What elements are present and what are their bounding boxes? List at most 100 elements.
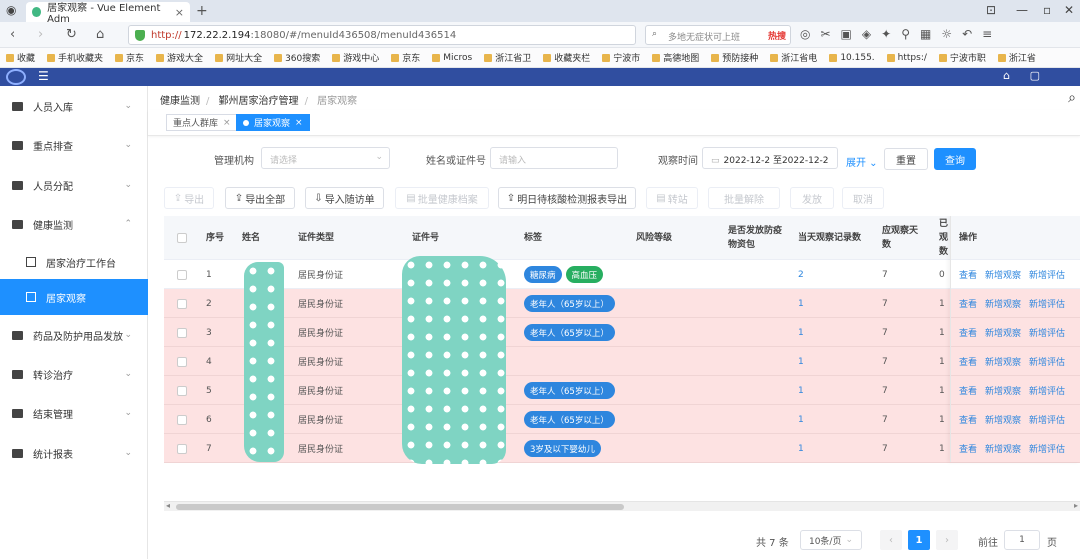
add-assessment-link[interactable]: 新增评估 [1029, 268, 1065, 281]
bookmark-item[interactable]: 网址大全 [215, 51, 262, 64]
select-all-checkbox[interactable] [177, 216, 187, 260]
cell-records-text[interactable]: 1 [798, 415, 804, 425]
user-icon[interactable]: ⚲ [901, 27, 910, 41]
transfer-button[interactable]: ▤ 转站 [646, 187, 698, 209]
table-row[interactable]: 2 居民身份证 老年人（65岁以上） 1 7 1 查看 新增观察 新增评估 [164, 289, 1080, 318]
window-maximize-icon[interactable]: ▫ [1043, 3, 1051, 17]
query-button[interactable]: 查询 [934, 148, 976, 170]
cell-records-text[interactable]: 1 [798, 386, 804, 396]
row-checkbox[interactable] [177, 289, 187, 318]
browser-tab[interactable]: 居家观察 - Vue Element Adm × [26, 2, 190, 25]
hamburger-icon[interactable]: ☰ [38, 69, 49, 83]
expand-link[interactable]: 展开 ⌄ [846, 154, 878, 169]
tag-key-population[interactable]: 重点人群库 × [166, 114, 238, 131]
prev-page-button[interactable]: ‹ [880, 530, 902, 550]
date-range-picker[interactable]: ▭ 2022-12-2 至2022-12-2 [702, 147, 838, 169]
row-checkbox[interactable] [177, 318, 187, 347]
table-row[interactable]: 6 居民身份证 老年人（65岁以上） 1 7 1 查看 新增观察 新增评估 [164, 405, 1080, 434]
row-checkbox[interactable] [177, 434, 187, 463]
bookmark-item[interactable]: Micros [432, 53, 472, 63]
sidebar-item-home-observation[interactable]: 居家观察 [0, 279, 148, 315]
view-link[interactable]: 查看 [959, 268, 977, 281]
view-link[interactable]: 查看 [959, 297, 977, 310]
shield-ext-icon[interactable]: ◈ [862, 27, 871, 41]
checkbox-box[interactable] [177, 414, 187, 425]
game-icon[interactable]: ✦ [881, 27, 891, 41]
add-assessment-link[interactable]: 新增评估 [1029, 355, 1065, 368]
add-assessment-link[interactable]: 新增评估 [1029, 442, 1065, 455]
name-input[interactable]: 请输入 [490, 147, 618, 169]
tag-home-observation[interactable]: 居家观察 × [236, 114, 310, 131]
cell-records-text[interactable]: 1 [798, 328, 804, 338]
sidebar-item-health-monitoring[interactable]: 健康监测 ⌃ [0, 206, 148, 242]
row-checkbox[interactable] [177, 347, 187, 376]
row-checkbox[interactable] [177, 260, 187, 289]
add-observation-link[interactable]: 新增观察 [985, 442, 1021, 455]
cell-records-text[interactable]: 1 [798, 299, 804, 309]
forward-icon[interactable]: › [38, 27, 43, 42]
brightness-icon[interactable]: ☼ [941, 27, 952, 41]
view-link[interactable]: 查看 [959, 326, 977, 339]
tag-close-icon[interactable]: × [295, 118, 303, 128]
table-row[interactable]: 1 居民身份证 糖尿病 高血压 2 7 0 查看 新增观察 新增评估 [164, 260, 1080, 289]
sidebar-item-closure[interactable]: 结束管理 ⌄ [0, 395, 148, 431]
dispense-button[interactable]: 发放 [790, 187, 834, 209]
add-assessment-link[interactable]: 新增评估 [1029, 326, 1065, 339]
sidebar-item-supplies[interactable]: 药品及防护用品发放 ⌄ [0, 317, 148, 353]
batch-release-button[interactable]: 批量解除 [708, 187, 780, 209]
address-bar[interactable]: http:// 172.22.2.194 :18080/#/menuId4365… [128, 25, 636, 45]
checkbox-box[interactable] [177, 356, 187, 367]
back-icon[interactable]: ‹ [10, 27, 15, 42]
checkbox-box[interactable] [177, 269, 187, 280]
extension-icon[interactable]: ◎ [800, 27, 810, 41]
view-link[interactable]: 查看 [959, 355, 977, 368]
checkbox-box[interactable] [177, 327, 187, 338]
table-row[interactable]: 7 居民身份证 3岁及以下婴幼儿 1 7 1 查看 新增观察 新增评估 [164, 434, 1080, 463]
bookmark-item[interactable]: 宁波市职 [938, 51, 986, 64]
add-assessment-link[interactable]: 新增评估 [1029, 297, 1065, 310]
view-link[interactable]: 查看 [959, 442, 977, 455]
goto-input[interactable]: 1 [1004, 530, 1040, 550]
add-observation-link[interactable]: 新增观察 [985, 413, 1021, 426]
add-assessment-link[interactable]: 新增评估 [1029, 413, 1065, 426]
cancel-button[interactable]: 取消 [842, 187, 884, 209]
bookmark-item[interactable]: 收藏 [6, 51, 35, 64]
bookmark-item[interactable]: 收藏夹栏 [543, 51, 590, 64]
browser-search-box[interactable]: ⌕ 多地无症状可上班 热搜 [645, 25, 791, 45]
notes-icon[interactable]: ▣ [841, 27, 852, 41]
add-assessment-link[interactable]: 新增评估 [1029, 384, 1065, 397]
home-icon[interactable]: ⌂ [96, 27, 104, 42]
new-tab-icon[interactable]: + [196, 3, 208, 19]
bookmark-item[interactable]: 游戏中心 [332, 51, 379, 64]
tomorrow-export-button[interactable]: ⇪ 明日待核酸检测报表导出 [498, 187, 636, 209]
page-1-button[interactable]: 1 [908, 530, 930, 550]
bookmark-item[interactable]: 京东 [391, 51, 420, 64]
bookmark-item[interactable]: 浙江省 [997, 51, 1036, 64]
apps-grid-icon[interactable]: ▦ [920, 27, 931, 41]
table-row[interactable]: 3 居民身份证 老年人（65岁以上） 1 7 1 查看 新增观察 新增评估 [164, 318, 1080, 347]
row-checkbox[interactable] [177, 376, 187, 405]
bookmark-item[interactable]: 预防接种 [711, 51, 758, 64]
page-size-select[interactable]: 10条/页 ⌄ [800, 530, 862, 550]
cell-records-text[interactable]: 1 [798, 444, 804, 454]
checkbox-box[interactable] [177, 443, 187, 454]
window-pin-icon[interactable]: ⊡ [986, 3, 996, 17]
header-action-icons[interactable]: ⌂ ▢ [1003, 69, 1048, 82]
batch-health-button[interactable]: ▤ 批量健康档案 [395, 187, 489, 209]
cell-records-text[interactable]: 1 [798, 357, 804, 367]
breadcrumb-item[interactable]: 健康监测 [160, 96, 200, 107]
next-page-button[interactable]: › [936, 530, 958, 550]
bookmark-item[interactable]: https:/ [886, 53, 927, 63]
add-observation-link[interactable]: 新增观察 [985, 326, 1021, 339]
reload-icon[interactable]: ↻ [66, 27, 77, 42]
add-observation-link[interactable]: 新增观察 [985, 268, 1021, 281]
bookmark-item[interactable]: 浙江省卫 [484, 51, 531, 64]
reset-button[interactable]: 重置 [884, 148, 928, 170]
bookmark-item[interactable]: 高德地图 [652, 51, 699, 64]
tag-close-icon[interactable]: × [223, 118, 231, 128]
checkbox-box[interactable] [177, 385, 187, 396]
scroll-right-icon[interactable]: ▸ [1074, 501, 1078, 510]
import-visit-button[interactable]: ⇩ 导入随访单 [305, 187, 384, 209]
menu-icon[interactable]: ≡ [982, 27, 992, 41]
bookmark-item[interactable]: 10.155. [829, 53, 875, 63]
